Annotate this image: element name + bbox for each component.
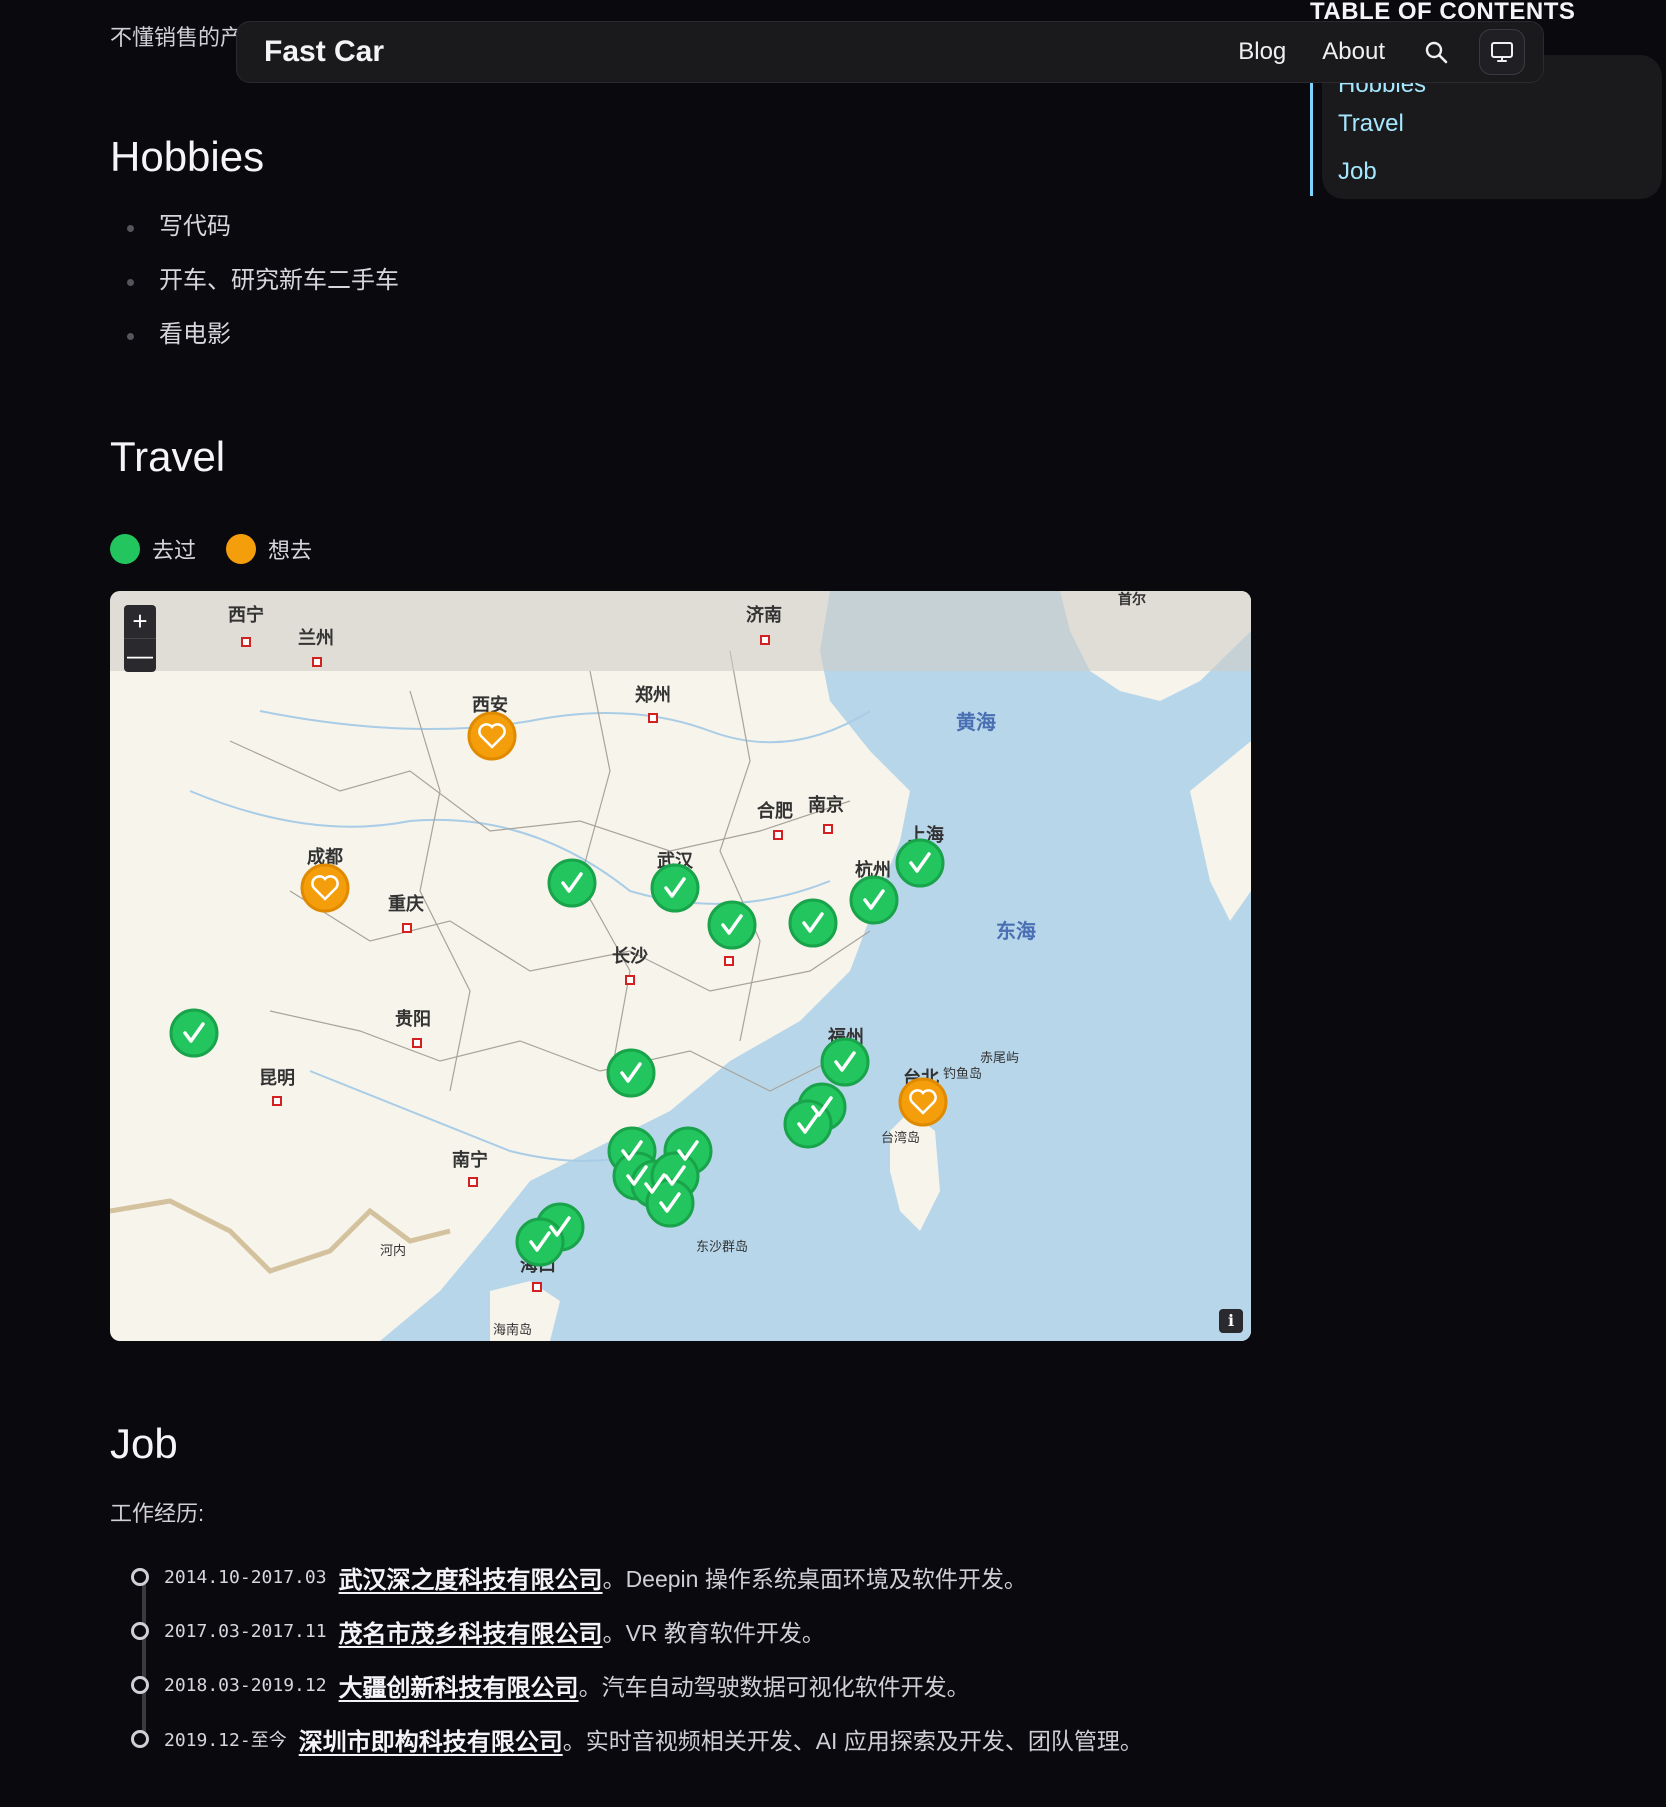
job-description: 。Deepin 操作系统桌面环境及软件开发。 xyxy=(602,1566,1027,1592)
map-marker-wishlist xyxy=(300,863,350,913)
city-label: 长沙 xyxy=(612,946,648,967)
city-label: 昆明 xyxy=(259,1068,295,1089)
map-marker-visited xyxy=(169,1008,219,1058)
island-label: 河内 xyxy=(380,1243,406,1259)
zoom-control: + — xyxy=(124,605,156,672)
job-date: 2019.12-至今 xyxy=(164,1730,287,1751)
toc-item-hobbies[interactable]: Hobbies xyxy=(1338,80,1426,100)
city-label: 西宁 xyxy=(228,604,264,626)
map-info-button[interactable]: i xyxy=(1219,1309,1243,1333)
city-label: 南京 xyxy=(808,794,844,816)
timeline-dot xyxy=(131,1568,149,1586)
city-label: 贵阳 xyxy=(395,1009,431,1030)
map-marker-visited xyxy=(547,858,597,908)
company-link[interactable]: 大疆创新科技有限公司 xyxy=(339,1668,579,1703)
job-intro: 工作经历: xyxy=(110,1501,205,1526)
city-label: 济南 xyxy=(746,604,782,626)
company-link[interactable]: 武汉深之度科技有限公司 xyxy=(339,1560,603,1595)
legend-visited: 去过 xyxy=(110,533,196,565)
map-marker-visited xyxy=(849,875,899,925)
nav-about-link[interactable]: About xyxy=(1322,38,1385,66)
map-marker-wishlist xyxy=(467,711,517,761)
map-marker-visited xyxy=(788,898,838,948)
zoom-out-button[interactable]: — xyxy=(124,638,156,672)
map-marker-visited xyxy=(895,838,945,888)
timeline-item: 2014.10-2017.03 武汉深之度科技有限公司 。Deepin 操作系统… xyxy=(128,1550,1143,1604)
timeline-item: 2017.03-2017.11 茂名市茂乡科技有限公司 。VR 教育软件开发。 xyxy=(128,1604,1143,1658)
map-legend: 去过 想去 xyxy=(110,533,342,565)
travel-heading: Travel xyxy=(110,433,226,480)
list-item: 写代码 xyxy=(110,205,399,259)
hobbies-list: 写代码 开车、研究新车二手车 看电影 xyxy=(110,205,399,367)
timeline-dot xyxy=(131,1730,149,1748)
island-label: 海南岛 xyxy=(493,1322,532,1338)
map-canvas[interactable]: 西宁 兰州 济南 郑州 西安 合肥 南京 上海 杭州 武汉 成都 重庆 长沙 贵… xyxy=(110,591,1251,1341)
search-icon[interactable] xyxy=(1421,37,1451,67)
company-link[interactable]: 茂名市茂乡科技有限公司 xyxy=(339,1614,603,1649)
city-label: 重庆 xyxy=(388,893,424,915)
company-link[interactable]: 深圳市即构科技有限公司 xyxy=(299,1722,563,1757)
sea-label: 东海 xyxy=(996,919,1036,943)
job-date: 2014.10-2017.03 xyxy=(164,1566,327,1588)
map-marker-visited xyxy=(820,1037,870,1087)
map-marker-wishlist xyxy=(898,1077,948,1127)
sea-label: 黄海 xyxy=(956,710,996,734)
intro-text: 不懂销售的产 xyxy=(110,25,243,50)
job-description: 。汽车自动驾驶数据可视化软件开发。 xyxy=(578,1674,970,1700)
list-item: 开车、研究新车二手车 xyxy=(110,259,399,313)
zoom-in-button[interactable]: + xyxy=(124,605,156,638)
map-marker-visited xyxy=(606,1048,656,1098)
timeline-item: 2019.12-至今 深圳市即构科技有限公司 。实时音视频相关开发、AI 应用探… xyxy=(128,1712,1143,1766)
job-date: 2018.03-2019.12 xyxy=(164,1674,327,1696)
monitor-icon xyxy=(1491,42,1513,62)
top-navbar: Fast Car Blog About xyxy=(236,21,1544,83)
job-timeline: 2014.10-2017.03 武汉深之度科技有限公司 。Deepin 操作系统… xyxy=(128,1550,1143,1766)
island-label: 赤尾屿 xyxy=(980,1051,1019,1066)
city-label: 郑州 xyxy=(635,684,671,706)
list-item: 看电影 xyxy=(110,313,399,367)
island-label: 东沙群岛 xyxy=(696,1239,748,1255)
city-label: 兰州 xyxy=(298,627,334,649)
timeline-item: 2018.03-2019.12 大疆创新科技有限公司 。汽车自动驾驶数据可视化软… xyxy=(128,1658,1143,1712)
job-heading: Job xyxy=(110,1420,178,1467)
toc-item-travel[interactable]: Travel xyxy=(1338,100,1426,148)
nav-blog-link[interactable]: Blog xyxy=(1238,38,1286,66)
timeline-dot xyxy=(131,1676,149,1694)
island-label: 钓鱼岛 xyxy=(943,1066,982,1082)
theme-toggle-button[interactable] xyxy=(1479,29,1525,75)
hobbies-heading: Hobbies xyxy=(110,133,265,180)
map-marker-visited xyxy=(707,900,757,950)
city-label: 南宁 xyxy=(452,1149,488,1171)
island-label: 台湾岛 xyxy=(881,1130,920,1146)
map-marker-visited xyxy=(515,1217,565,1267)
legend-wishlist: 想去 xyxy=(226,533,312,565)
toc-item-job[interactable]: Job xyxy=(1338,148,1426,196)
timeline-dot xyxy=(131,1622,149,1640)
toc-list: Hobbies Travel Job xyxy=(1310,80,1426,196)
city-label: 合肥 xyxy=(757,800,793,822)
job-description: 。实时音视频相关开发、AI 应用探索及开发、团队管理。 xyxy=(562,1728,1143,1754)
job-date: 2017.03-2017.11 xyxy=(164,1620,327,1642)
travel-map[interactable]: 西宁 兰州 济南 郑州 西安 合肥 南京 上海 杭州 武汉 成都 重庆 长沙 贵… xyxy=(110,591,1251,1341)
job-description: 。VR 教育软件开发。 xyxy=(602,1620,825,1646)
map-marker-visited xyxy=(650,863,700,913)
city-label: 首尔 xyxy=(1118,591,1146,608)
site-brand[interactable]: Fast Car xyxy=(264,35,1238,69)
